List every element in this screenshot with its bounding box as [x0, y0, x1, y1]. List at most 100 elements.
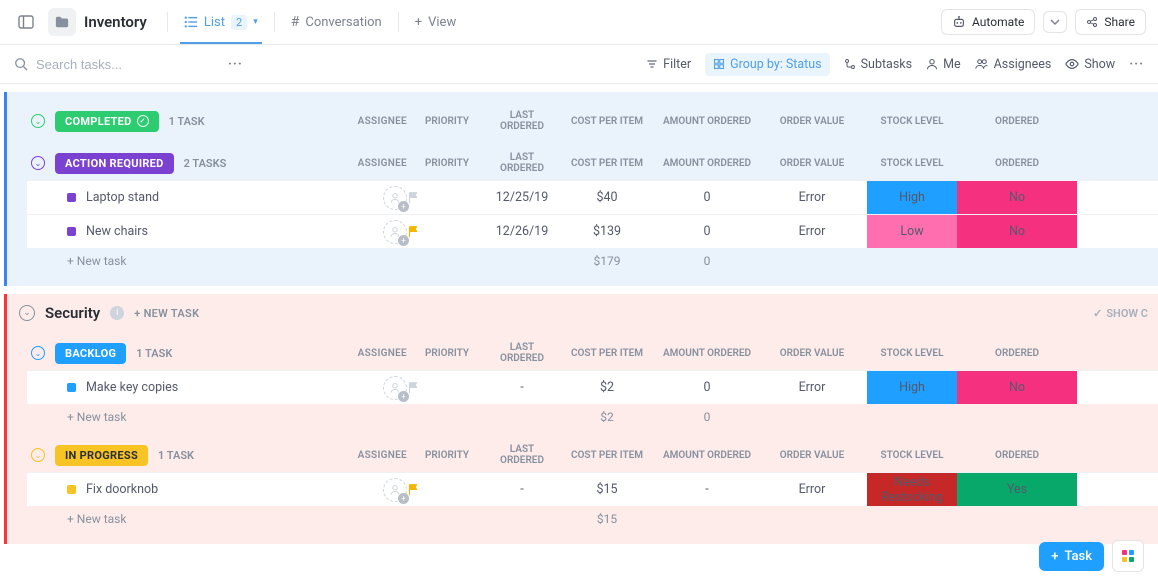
tab-conversation[interactable]: # Conversation [279, 0, 394, 44]
col-order-value: ORDER VALUE [757, 116, 867, 127]
me-button[interactable]: Me [926, 57, 961, 72]
col-last-ordered: LAST ORDERED [487, 110, 557, 132]
automate-dropdown[interactable] [1043, 11, 1067, 33]
view-tabs: List 2 ▾ # Conversation + View [167, 0, 468, 44]
order-value-cell: Error [757, 190, 867, 205]
assignee-add-button[interactable] [383, 186, 407, 210]
group-by-label: Group by: Status [730, 57, 822, 72]
total-amount: 0 [657, 410, 757, 424]
stock-level-cell[interactable]: Low [867, 215, 957, 248]
new-task-button[interactable]: + New task [27, 254, 407, 268]
task-count: 1 TASK [136, 347, 172, 360]
collapse-icon[interactable]: ⌄ [31, 448, 45, 462]
tab-label: Conversation [305, 15, 381, 30]
col-stock: STOCK LEVEL [867, 348, 957, 359]
top-bar: Inventory List 2 ▾ # Conversation + View… [0, 0, 1158, 45]
total-cost: $179 [557, 254, 657, 268]
last-ordered-cell: - [487, 482, 557, 497]
ordered-cell[interactable]: No [957, 371, 1077, 404]
subtasks-label: Subtasks [861, 57, 912, 72]
apps-button[interactable] [1112, 540, 1144, 572]
status-pill[interactable]: BACKLOG [55, 343, 126, 364]
col-assignee: ASSIGNEE [358, 348, 407, 359]
stock-level-cell[interactable]: High [867, 371, 957, 404]
col-ordered: ORDERED [957, 158, 1077, 169]
stock-level-cell[interactable]: Needs Restocking [867, 473, 957, 506]
share-button[interactable]: Share [1075, 9, 1146, 35]
last-ordered-cell: - [487, 380, 557, 395]
more-menu[interactable]: ··· [228, 57, 243, 72]
subtasks-button[interactable]: Subtasks [844, 57, 912, 72]
flag-icon [407, 381, 487, 394]
collapse-icon[interactable]: ⌄ [31, 114, 45, 128]
stock-level-cell[interactable]: High [867, 181, 957, 214]
cost-cell: $40 [557, 190, 657, 205]
collapse-icon[interactable]: ⌄ [31, 156, 45, 170]
automate-button[interactable]: Automate [941, 9, 1035, 35]
task-row[interactable]: Make key copies - $2 0 Error High No [27, 370, 1158, 404]
total-cost: $2 [557, 410, 657, 424]
col-priority: PRIORITY [407, 158, 487, 169]
assignees-button[interactable]: Assignees [975, 57, 1052, 72]
filter-icon [646, 58, 658, 70]
status-pill[interactable]: ACTION REQUIRED [55, 153, 174, 174]
search-input[interactable] [36, 57, 186, 72]
filter-button[interactable]: Filter [646, 57, 691, 72]
status-group: ⌄ BACKLOG 1 TASK ASSIGNEE PRIORITY LAST … [27, 336, 1158, 430]
sidebar-toggle-button[interactable] [12, 8, 40, 36]
collapse-icon[interactable]: ⌄ [31, 346, 45, 360]
priority-cell[interactable] [407, 225, 487, 238]
divider [398, 12, 399, 32]
col-priority: PRIORITY [407, 116, 487, 127]
automate-label: Automate [972, 15, 1024, 29]
status-pill[interactable]: IN PROGRESS [55, 445, 148, 466]
collapse-icon[interactable]: ⌄ [19, 305, 35, 321]
person-icon [926, 58, 938, 70]
priority-cell[interactable] [407, 483, 487, 496]
group-by-button[interactable]: Group by: Status [705, 53, 830, 76]
divider [167, 12, 168, 32]
divider [274, 12, 275, 32]
tab-list[interactable]: List 2 ▾ [172, 0, 270, 44]
ordered-cell[interactable]: No [957, 215, 1077, 248]
last-ordered-cell: 12/25/19 [487, 190, 557, 205]
last-ordered-cell: 12/26/19 [487, 224, 557, 239]
plus-icon: + [415, 15, 422, 30]
amount-cell: 0 [657, 190, 757, 205]
assignee-add-button[interactable] [383, 478, 407, 502]
panel-icon [18, 14, 34, 30]
tab-label: List [204, 15, 225, 30]
new-task-button[interactable]: + New task [27, 512, 407, 526]
ordered-cell[interactable]: Yes [957, 473, 1077, 506]
col-stock: STOCK LEVEL [867, 116, 957, 127]
new-task-button[interactable]: + New task [27, 410, 407, 424]
col-cost: COST PER ITEM [557, 450, 657, 461]
new-task-link[interactable]: + NEW TASK [134, 307, 199, 320]
share-icon [1086, 16, 1098, 28]
task-row[interactable]: New chairs 12/26/19 $139 0 Error Low No [27, 214, 1158, 248]
assignee-add-button[interactable] [383, 376, 407, 400]
show-label: Show [1084, 57, 1115, 72]
col-amount: AMOUNT ORDERED [657, 158, 757, 169]
amount-cell: - [657, 482, 757, 497]
priority-cell[interactable] [407, 381, 487, 394]
task-row[interactable]: Fix doorknob - $15 - Error Needs Restock… [27, 472, 1158, 506]
info-icon[interactable]: i [110, 306, 124, 320]
col-stock: STOCK LEVEL [867, 158, 957, 169]
col-assignee: ASSIGNEE [358, 116, 407, 127]
ordered-cell[interactable]: No [957, 181, 1077, 214]
col-assignee: ASSIGNEE [358, 450, 407, 461]
create-task-button[interactable]: + Task [1039, 542, 1104, 571]
status-pill[interactable]: COMPLETED ✓ [55, 111, 159, 132]
show-closed-link[interactable]: ✓ SHOW C [1093, 307, 1148, 320]
assignee-add-button[interactable] [383, 220, 407, 244]
col-cost: COST PER ITEM [557, 348, 657, 359]
col-stock: STOCK LEVEL [867, 450, 957, 461]
toolbar-more-menu[interactable]: ··· [1129, 57, 1144, 72]
tab-add-view[interactable]: + View [403, 0, 469, 44]
apps-icon [1122, 550, 1134, 562]
task-title: Make key copies [86, 380, 178, 395]
task-row[interactable]: Laptop stand 12/25/19 $40 0 Error High N… [27, 180, 1158, 214]
priority-cell[interactable] [407, 191, 487, 204]
show-button[interactable]: Show [1065, 57, 1115, 72]
